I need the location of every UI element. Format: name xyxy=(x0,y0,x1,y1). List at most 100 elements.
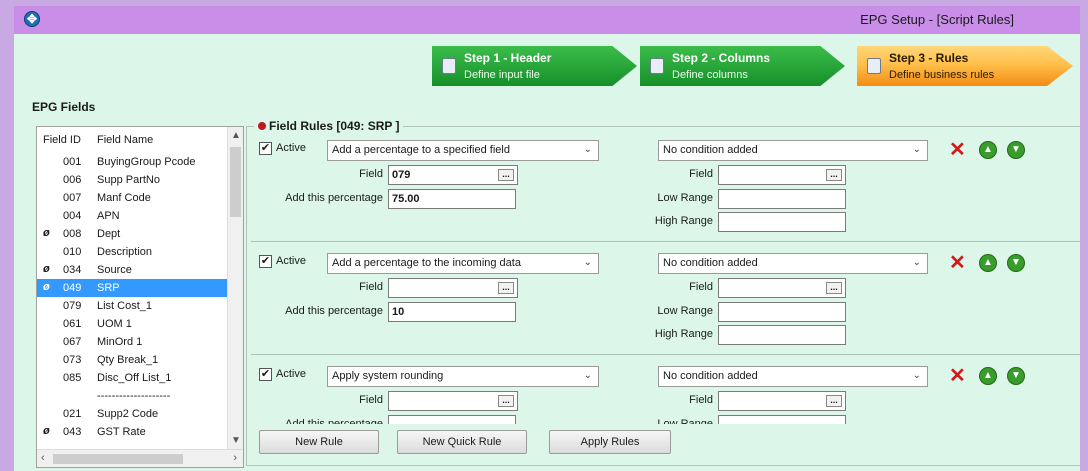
list-item[interactable]: 007 Manf Code xyxy=(37,189,227,207)
field-name: Supp PartNo xyxy=(97,174,160,186)
browse-button[interactable]: ... xyxy=(498,169,514,181)
step-rules[interactable]: Step 3 - Rules Define business rules xyxy=(857,46,1073,86)
chevron-down-icon[interactable]: ▼ xyxy=(231,435,241,446)
condition-field-label: Field xyxy=(689,281,713,293)
field-id: 043 xyxy=(63,426,82,438)
field-input[interactable]: ... xyxy=(388,278,518,298)
rule-action-select[interactable]: Apply system rounding ⌄ xyxy=(327,366,599,387)
field-input[interactable]: ... xyxy=(388,391,518,411)
rule-action-select[interactable]: Add a percentage to a specified field ⌄ xyxy=(327,140,599,161)
app-globe-icon[interactable]: ✥ xyxy=(24,11,40,27)
list-item[interactable]: 067 MinOrd 1 xyxy=(37,333,227,351)
field-id: 021 xyxy=(63,408,82,420)
new-rule-button[interactable]: New Rule xyxy=(259,430,379,454)
condition-select[interactable]: No condition added ⌄ xyxy=(658,366,928,387)
active-checkbox[interactable]: ✔ xyxy=(259,142,272,155)
list-item[interactable]: 079 List Cost_1 xyxy=(37,297,227,315)
field-id: 004 xyxy=(63,210,82,222)
high-range-input[interactable] xyxy=(718,212,846,232)
field-id: 085 xyxy=(63,372,82,384)
list-item[interactable]: ø 043 GST Rate xyxy=(37,423,227,441)
rule-action-select[interactable]: Add a percentage to the incoming data ⌄ xyxy=(327,253,599,274)
field-input[interactable]: 079... xyxy=(388,165,518,185)
list-item[interactable]: ø 049 SRP xyxy=(37,279,227,297)
browse-button[interactable]: ... xyxy=(498,282,514,294)
browse-button[interactable]: ... xyxy=(826,169,842,181)
col-field-id[interactable]: Field ID xyxy=(43,134,81,146)
field-name: MinOrd 1 xyxy=(97,336,143,348)
active-checkbox[interactable]: ✔ xyxy=(259,255,272,268)
chevron-down-icon: ⌄ xyxy=(912,144,921,155)
move-up-icon[interactable]: ▲ xyxy=(979,254,997,272)
move-down-icon[interactable]: ▼ xyxy=(1007,367,1025,385)
col-field-name[interactable]: Field Name xyxy=(97,134,153,146)
list-item[interactable]: ø 034 Source xyxy=(37,261,227,279)
rule-action-value: Add a percentage to a specified field xyxy=(332,144,510,156)
condition-field-input[interactable]: ... xyxy=(718,278,846,298)
delete-rule-icon[interactable]: ✕ xyxy=(949,366,967,386)
field-id: 073 xyxy=(63,354,82,366)
browse-button[interactable]: ... xyxy=(826,395,842,407)
scroll-thumb[interactable] xyxy=(53,454,183,464)
scroll-thumb[interactable] xyxy=(230,147,241,217)
bullet-icon xyxy=(258,122,266,130)
percentage-input[interactable]: 10 xyxy=(388,302,516,322)
browse-button[interactable]: ... xyxy=(498,395,514,407)
browse-button[interactable]: ... xyxy=(826,282,842,294)
move-up-icon[interactable]: ▲ xyxy=(979,367,997,385)
rule-block: ✔ Active Add a percentage to the incoming … xyxy=(251,247,1080,355)
field-name: UOM 1 xyxy=(97,318,132,330)
low-range-input[interactable] xyxy=(718,189,846,209)
condition-field-input[interactable]: ... xyxy=(718,165,846,185)
step-header[interactable]: Step 1 - Header Define input file xyxy=(432,46,637,86)
chevron-up-icon[interactable]: ▲ xyxy=(231,130,241,141)
low-range-input[interactable] xyxy=(718,302,846,322)
list-item[interactable]: 021 Supp2 Code xyxy=(37,405,227,423)
condition-field-label: Field xyxy=(689,394,713,406)
chevron-right-icon[interactable]: › xyxy=(233,452,237,464)
list-item[interactable]: 006 Supp PartNo xyxy=(37,171,227,189)
delete-rule-icon[interactable]: ✕ xyxy=(949,253,967,273)
field-id: 007 xyxy=(63,192,82,204)
condition-select[interactable]: No condition added ⌄ xyxy=(658,253,928,274)
step-subtitle: Define business rules xyxy=(889,69,995,81)
field-id: 001 xyxy=(63,156,82,168)
condition-field-input[interactable]: ... xyxy=(718,391,846,411)
delete-rule-icon[interactable]: ✕ xyxy=(949,140,967,160)
list-item[interactable]: ø 008 Dept xyxy=(37,225,227,243)
apply-rules-button[interactable]: Apply Rules xyxy=(549,430,671,454)
percentage-input[interactable]: 75.00 xyxy=(388,189,516,209)
chevron-down-icon: ⌄ xyxy=(583,144,592,155)
list-item[interactable]: 004 APN xyxy=(37,207,227,225)
vertical-scrollbar[interactable]: ▲ ▼ xyxy=(227,127,243,449)
step-columns[interactable]: Step 2 - Columns Define columns xyxy=(640,46,845,86)
list-item[interactable]: 073 Qty Break_1 xyxy=(37,351,227,369)
condition-field-label: Field xyxy=(689,168,713,180)
percentage-value: 10 xyxy=(392,306,405,318)
list-item[interactable]: -------------------- xyxy=(37,387,227,405)
field-id: 049 xyxy=(63,282,82,294)
horizontal-scrollbar[interactable]: ‹ › xyxy=(37,449,243,467)
chevron-down-icon: ⌄ xyxy=(583,257,592,268)
condition-select[interactable]: No condition added ⌄ xyxy=(658,140,928,161)
list-item[interactable]: 001 BuyingGroup Pcode xyxy=(37,153,227,171)
list-item[interactable]: 010 Description xyxy=(37,243,227,261)
field-name: Dept xyxy=(97,228,121,240)
percentage-input[interactable] xyxy=(388,415,516,424)
step-subtitle: Define columns xyxy=(672,69,748,81)
field-input-value: 079 xyxy=(392,169,411,181)
move-up-icon[interactable]: ▲ xyxy=(979,141,997,159)
list-item[interactable]: 085 Disc_Off List_1 xyxy=(37,369,227,387)
condition-value: No condition added xyxy=(663,144,758,156)
epg-fields-list[interactable]: Field ID Field Name 001 BuyingGroup Pcode… xyxy=(36,126,244,468)
list-item[interactable]: 061 UOM 1 xyxy=(37,315,227,333)
move-down-icon[interactable]: ▼ xyxy=(1007,254,1025,272)
high-range-input[interactable] xyxy=(718,325,846,345)
low-range-input[interactable] xyxy=(718,415,846,424)
condition-value: No condition added xyxy=(663,257,758,269)
active-checkbox[interactable]: ✔ xyxy=(259,368,272,381)
move-down-icon[interactable]: ▼ xyxy=(1007,141,1025,159)
field-name: SRP xyxy=(97,282,120,294)
new-quick-rule-button[interactable]: New Quick Rule xyxy=(397,430,527,454)
chevron-left-icon[interactable]: ‹ xyxy=(41,452,45,464)
